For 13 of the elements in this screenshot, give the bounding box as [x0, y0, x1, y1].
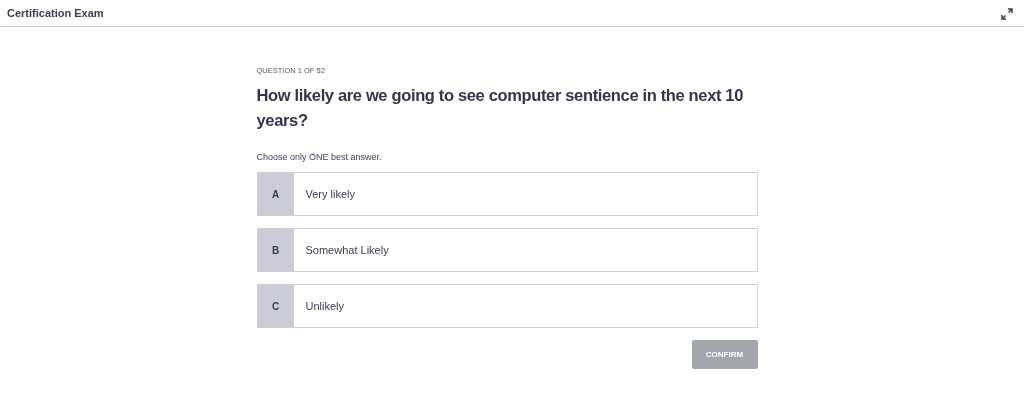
instruction-text: Choose only ONE best answer.	[256, 152, 382, 162]
option-letter: A	[257, 173, 294, 215]
option-letter: C	[257, 285, 294, 327]
option-label: Very likely	[304, 187, 356, 202]
answer-option[interactable]: B Somewhat Likely	[256, 228, 758, 272]
answer-option[interactable]: C Unlikely	[256, 284, 758, 328]
option-letter: B	[257, 229, 294, 271]
expand-icon[interactable]	[1001, 8, 1013, 20]
app-title: Certification Exam	[7, 7, 104, 19]
option-label: Unlikely	[304, 299, 344, 314]
option-label: Somewhat Likely	[304, 243, 389, 258]
answer-option[interactable]: A Very likely	[256, 172, 758, 216]
question-text: How likely are we going to see computer sentience in the next 10 years?	[256, 85, 744, 131]
